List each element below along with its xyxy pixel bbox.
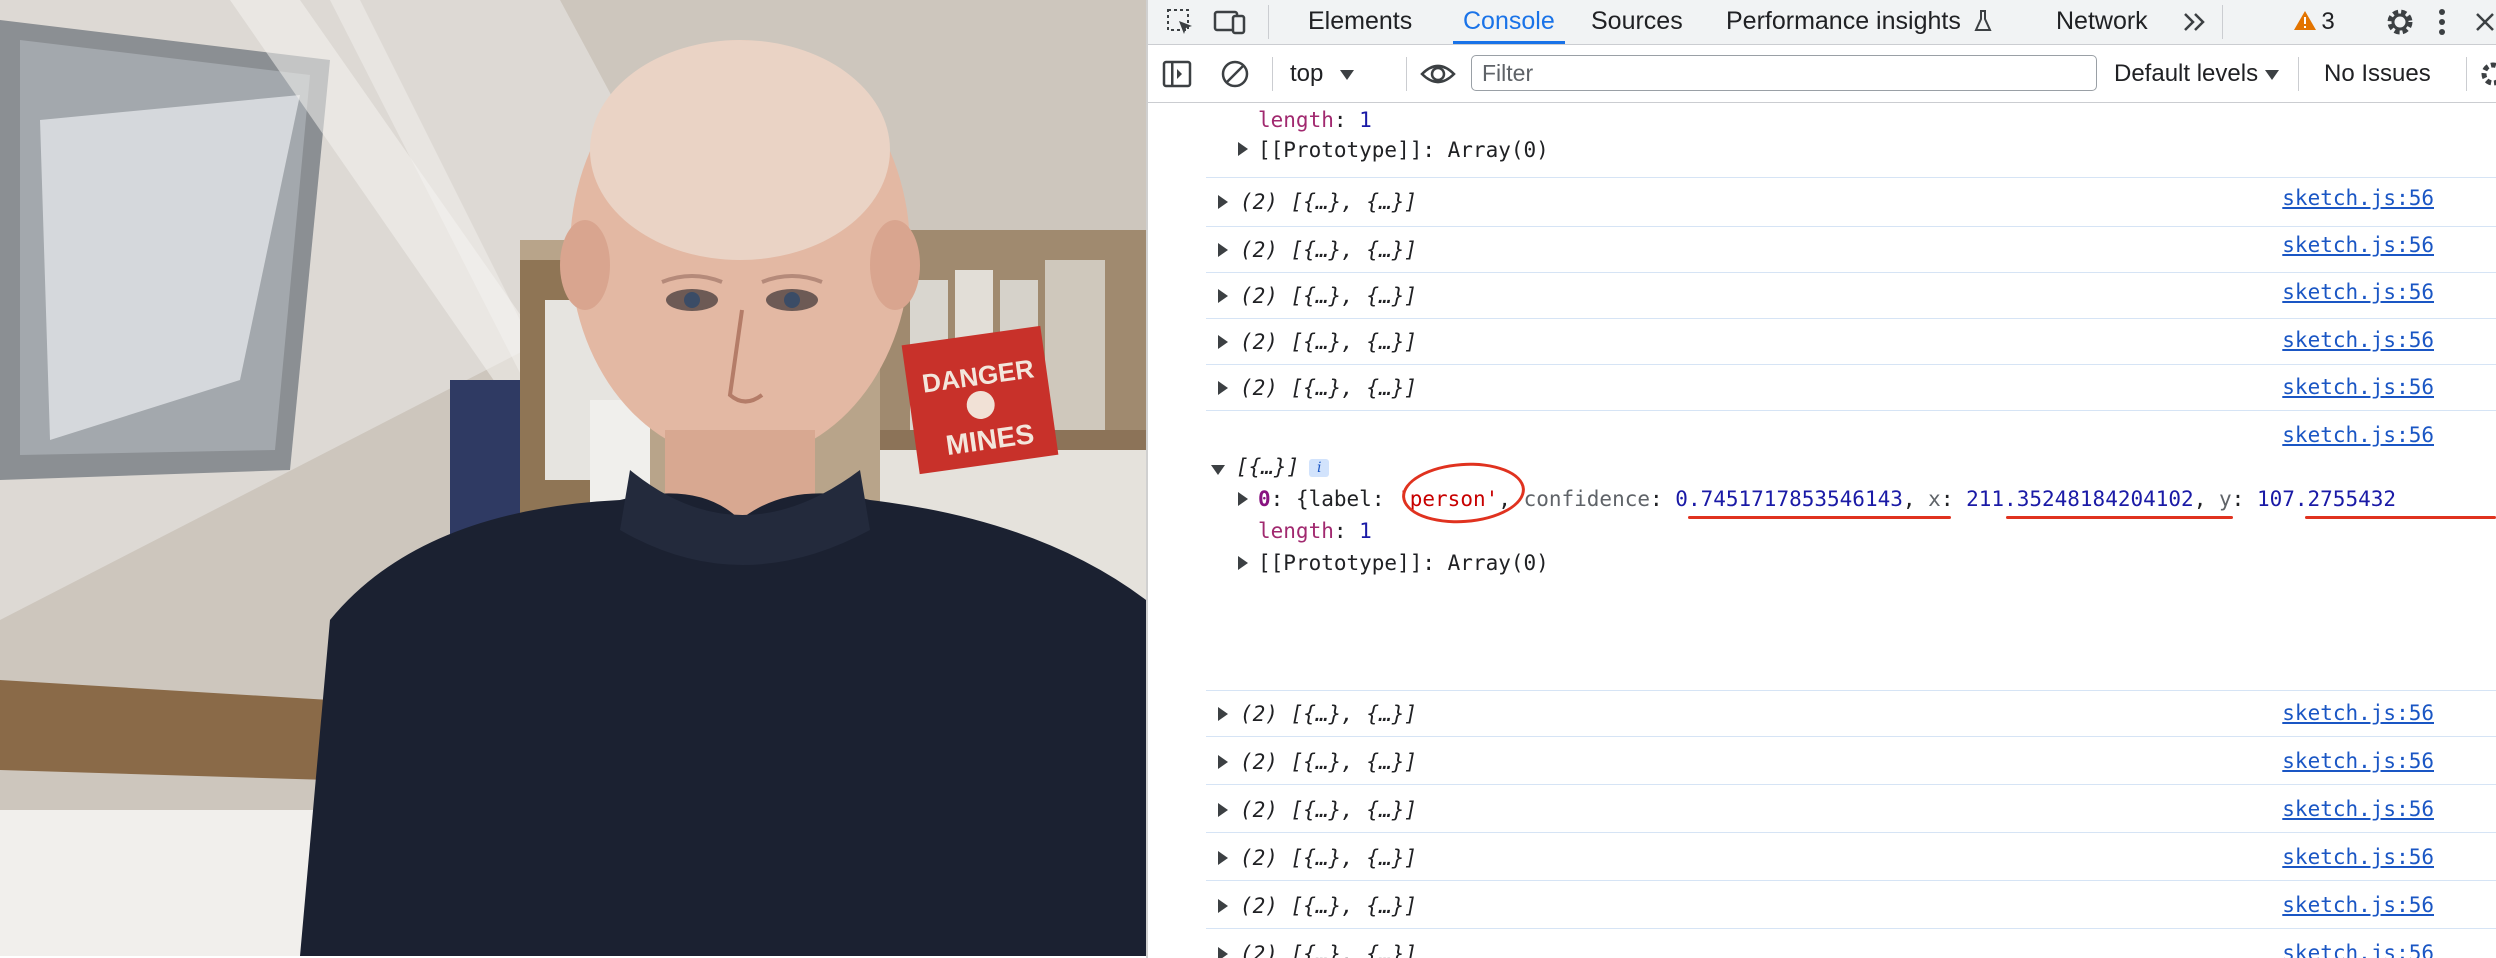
source-link[interactable]: sketch.js:56 — [2282, 701, 2434, 725]
source-link[interactable]: sketch.js:56 — [2282, 749, 2434, 773]
inspect-element-icon[interactable] — [1162, 0, 1198, 44]
y-value: 107.2755432 — [2256, 487, 2397, 511]
source-link[interactable]: sketch.js:56 — [2282, 186, 2434, 210]
settings-gear-icon[interactable] — [2382, 0, 2418, 44]
source-link[interactable]: sketch.js:56 — [2282, 328, 2434, 352]
danger-mines-poster: DANGER MINES — [901, 325, 1059, 475]
source-link[interactable]: sketch.js:56 — [2282, 893, 2434, 917]
context-selector[interactable]: top — [1290, 45, 1355, 102]
source-link[interactable]: sketch.js:56 — [2282, 797, 2434, 821]
collapsed-array-text: (2) [{…}, {…}] — [1240, 750, 1418, 774]
source-link[interactable]: sketch.js:56 — [2282, 280, 2434, 304]
expanded-length-line: length: 1 — [1258, 519, 1372, 543]
warning-icon — [2293, 9, 2317, 36]
toolbar-separator-2 — [1406, 57, 1407, 91]
context-selector-label: top — [1290, 59, 1324, 87]
source-link[interactable]: sketch.js:56 — [2282, 233, 2434, 257]
tab-elements[interactable]: Elements — [1308, 0, 1412, 44]
source-link[interactable]: sketch.js:56 — [2282, 941, 2434, 958]
confidence-value: 0.7451717853546143 — [1675, 487, 1903, 511]
toolbar-separator-3 — [2298, 57, 2299, 91]
collapsed-array-text: (2) [{…}, {…}] — [1240, 942, 1418, 958]
more-tabs-chevron-icon[interactable] — [2178, 0, 2212, 44]
dropdown-triangle-icon — [1339, 60, 1355, 88]
devtools-panel: Elements Console Sources Performance ins… — [1148, 0, 2496, 958]
expand-item-arrow-icon[interactable] — [1238, 492, 1248, 506]
expand-arrow-icon[interactable] — [1218, 899, 1228, 913]
annotation-underline-confidence — [1688, 516, 1951, 519]
source-link[interactable]: sketch.js:56 — [2282, 845, 2434, 869]
kebab-menu-icon[interactable] — [2430, 0, 2454, 44]
dropdown-triangle-icon — [2264, 60, 2280, 88]
expand-arrow-icon[interactable] — [1218, 335, 1228, 349]
flask-icon — [1974, 4, 1992, 46]
live-expression-eye-icon[interactable] — [1420, 45, 1456, 102]
expanded-prototype-line: [[Prototype]]: Array(0) — [1258, 551, 1549, 575]
expand-arrow-icon[interactable] — [1218, 195, 1228, 209]
toolbar-separator — [1272, 57, 1273, 91]
log-levels-label: Default levels — [2114, 59, 2259, 87]
expand-prototype-icon[interactable] — [1238, 556, 1248, 570]
close-icon[interactable] — [2474, 0, 2496, 44]
x-value: 211.35248184204102 — [1966, 487, 2194, 511]
source-link[interactable]: sketch.js:56 — [2282, 423, 2434, 447]
webcam-video-frame: DANGER MINES — [0, 0, 1146, 956]
tabbar-separator — [1268, 5, 1269, 39]
collapsed-array-text: (2) [{…}, {…}] — [1240, 330, 1418, 354]
devtools-tabbar: Elements Console Sources Performance ins… — [1148, 0, 2496, 45]
tab-performance-insights-label: Performance insights — [1726, 7, 1961, 35]
expand-arrow-icon[interactable] — [1218, 381, 1228, 395]
tab-network[interactable]: Network — [2056, 0, 2148, 44]
console-entry-separator — [1206, 128, 2496, 178]
webcam-scene: DANGER MINES — [0, 0, 1146, 956]
console-filter-input[interactable] — [1471, 55, 2097, 91]
expand-arrow-icon[interactable] — [1218, 947, 1228, 958]
collapsed-array-text: (2) [{…}, {…}] — [1240, 702, 1418, 726]
collapsed-array-text: (2) [{…}, {…}] — [1240, 190, 1418, 214]
clear-console-icon[interactable] — [1220, 45, 1250, 102]
warnings-count: 3 — [2321, 8, 2335, 35]
tab-performance-insights[interactable]: Performance insights — [1726, 0, 1992, 44]
collapsed-array-text: (2) [{…}, {…}] — [1240, 894, 1418, 918]
console-output: length: 1 [[Prototype]]: Array(0) (2) [{… — [1148, 103, 2496, 958]
collapsed-array-text: (2) [{…}, {…}] — [1240, 798, 1418, 822]
log-levels-dropdown[interactable]: Default levels — [2114, 45, 2280, 102]
info-badge-icon[interactable]: i — [1309, 459, 1330, 477]
expand-arrow-icon[interactable] — [1218, 755, 1228, 769]
device-toolbar-icon[interactable] — [1210, 0, 1250, 44]
expand-arrow-icon[interactable] — [1218, 851, 1228, 865]
expanded-array-header[interactable]: [{…}] i — [1236, 455, 1330, 479]
expanded-array-header-text: [{…}] — [1236, 455, 1300, 479]
issues-button[interactable]: No Issues — [2324, 45, 2431, 102]
collapsed-array-text: (2) [{…}, {…}] — [1240, 238, 1418, 262]
source-link[interactable]: sketch.js:56 — [2282, 375, 2434, 399]
collapsed-array-text: (2) [{…}, {…}] — [1240, 846, 1418, 870]
expand-arrow-icon[interactable] — [1218, 243, 1228, 257]
collapsed-array-text: (2) [{…}, {…}] — [1240, 284, 1418, 308]
annotation-underline-x — [2006, 516, 2233, 519]
collapsed-array-text: (2) [{…}, {…}] — [1240, 376, 1418, 400]
expand-arrow-icon[interactable] — [1218, 289, 1228, 303]
expand-arrow-icon[interactable] — [1218, 707, 1228, 721]
sidebar-toggle-icon[interactable] — [1162, 45, 1192, 102]
warnings-counter[interactable]: 3 — [2284, 0, 2344, 44]
tab-sources[interactable]: Sources — [1591, 0, 1683, 44]
collapse-arrow-icon[interactable] — [1211, 465, 1225, 475]
annotation-underline-y — [2305, 516, 2496, 519]
toolbar-separator-4 — [2466, 57, 2467, 91]
tabbar-separator-2 — [2222, 5, 2223, 39]
tab-console[interactable]: Console — [1453, 0, 1565, 44]
expand-arrow-icon[interactable] — [1218, 803, 1228, 817]
console-toolbar: top Default levels No Issues — [1148, 45, 2496, 103]
console-settings-gear-icon[interactable] — [2478, 45, 2496, 102]
